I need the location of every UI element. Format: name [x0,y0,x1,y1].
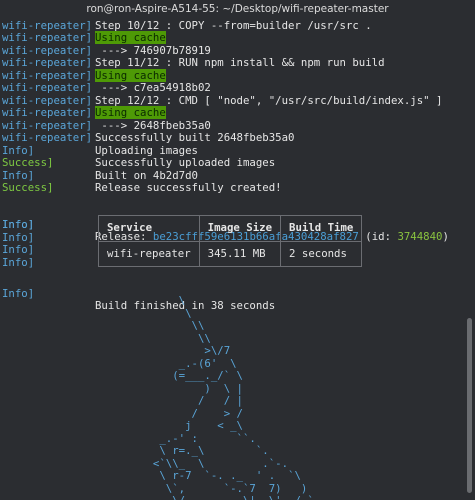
release-id-open: (id: [358,230,398,243]
line-prefix: wifi-repeater] [2,81,93,94]
log-line: wifi-repeater] Using cache [0,106,463,120]
scrollbar-thumb[interactable] [467,318,472,493]
line-prefix: wifi-repeater] [2,131,93,144]
line-text-content: ---> 746907b78919 [95,43,211,57]
line-prefix: Info] [2,255,35,269]
line-prefix: wifi-repeater] [2,56,93,69]
table-cell-image-size: 345.11 MB [198,240,282,267]
line-prefix: Success] [2,156,54,169]
table-header-image-size: Image Size [198,215,282,242]
line-text-content: Successfully built 2648fbeb35a0 [95,131,295,144]
line-text-content: Step 11/12 : RUN npm install && npm run … [95,56,385,69]
line-prefix: wifi-repeater] [2,106,93,119]
line-text: Release successfully created! [95,181,282,195]
log-line: wifi-repeater] Using cache [0,31,463,45]
line-prefix: Success] [2,181,54,194]
table-header-build-time: Build Time [280,215,363,242]
table-row: wifi-repeater 345.11 MB 2 seconds [98,240,363,267]
table-header-service: Service [98,215,200,242]
line-text-content: Using cache [95,31,166,44]
line-text-content: Successfully uploaded images [95,156,276,169]
window-title: ron@ron-Aspire-A514-55: ~/Desktop/wifi-r… [0,0,475,19]
unicorn-ascii-art: \ \ \\ \\ >\/7 _.-(6' \ (=___._/` \ ) \ … [152,294,333,500]
build-summary-table: Service Image Size Build Time wifi-repea… [98,215,363,267]
line-prefix: Info] [2,218,35,231]
line-text-content: Using cache [95,68,166,82]
line-text-content: Step 10/12 : COPY --from=builder /usr/sr… [95,19,372,32]
line-text: Step 11/12 : RUN npm install && npm run … [95,56,385,70]
release-id-close: ) [442,230,449,243]
line-text-content: Built on 4b2d7d0 [95,168,198,182]
line-prefix: Info] [2,286,35,300]
line-prefix: Info] [2,243,35,256]
line-text-content: Using cache [95,106,166,119]
log-line: Success] Successfully uploaded images [0,156,463,170]
release-id: 3744840 [397,230,443,243]
line-text-content: ---> 2648fbeb35a0 [95,118,211,132]
log-line: wifi-repeater] Successfully built 2648fbe… [0,131,463,145]
log-line: wifi-repeater] Step 11/12 : RUN npm insta… [0,56,463,70]
line-text-content: Uploading images [95,143,198,157]
line-text-content: ---> c7ea54918b02 [95,81,211,94]
finish-line: Info] Build finished in 38 seconds [0,275,463,312]
terminal-output[interactable]: Info] Release: be23cfff59e6131b66afa4304… [0,19,463,500]
log-line: Success] Release successfully created! [0,181,463,195]
line-text-content: Step 12/12 : CMD [ "node", "/usr/src/bui… [95,93,443,107]
line-prefix: wifi-repeater] [2,31,93,44]
line-text-content: Release successfully created! [95,181,282,194]
table-cell-build-time: 2 seconds [280,240,363,267]
table-cell-service: wifi-repeater [98,240,200,267]
